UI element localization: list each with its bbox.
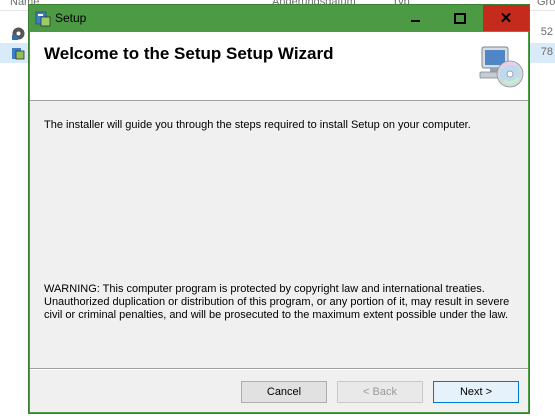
maximize-icon [454, 12, 466, 24]
title-bar[interactable]: Setup ✕ [29, 5, 529, 32]
file-size: 52 [540, 26, 553, 38]
back-button[interactable]: < Back [337, 381, 423, 403]
column-size[interactable]: Größe [537, 0, 555, 8]
wizard-banner: Welcome to the Setup Setup Wizard [30, 32, 528, 101]
footer-divider [30, 368, 528, 370]
minimize-icon [410, 20, 420, 22]
installer-icon [35, 11, 51, 27]
page-title: Welcome to the Setup Setup Wizard [44, 44, 334, 63]
installer-icon [12, 48, 25, 60]
cd-setup-icon [12, 27, 25, 40]
maximize-button[interactable] [438, 5, 482, 31]
file-size: 78 [540, 46, 553, 58]
window-title: Setup [55, 11, 87, 25]
computer-cd-icon [479, 46, 524, 88]
cancel-button[interactable]: Cancel [241, 381, 327, 403]
copyright-warning: WARNING: This computer program is protec… [44, 283, 510, 321]
close-button[interactable]: ✕ [483, 5, 529, 31]
setup-dialog: Setup ✕ Welcome to the Setup Setup Wizar… [28, 4, 530, 414]
next-button[interactable]: Next > [433, 381, 519, 403]
minimize-button[interactable] [393, 5, 437, 31]
intro-text: The installer will guide you through the… [44, 119, 471, 131]
close-icon: ✕ [499, 9, 513, 27]
dialog-client-area: Welcome to the Setup Setup Wizard The in… [30, 32, 528, 412]
